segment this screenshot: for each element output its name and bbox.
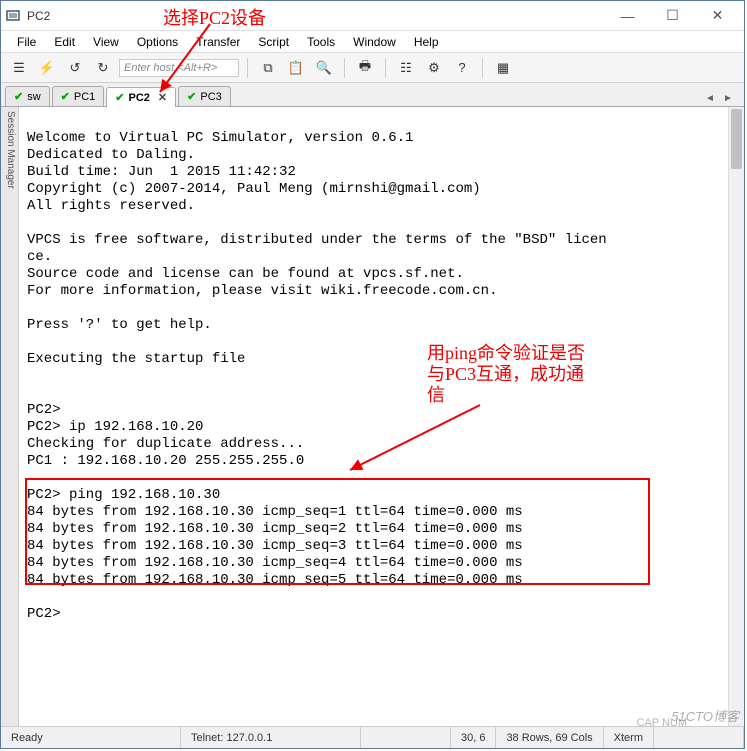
menu-help[interactable]: Help [406, 33, 447, 51]
status-size: 38 Rows, 69 Cols [496, 727, 603, 748]
menu-transfer[interactable]: Transfer [188, 33, 248, 51]
menu-edit[interactable]: Edit [46, 33, 83, 51]
titlebar: PC2 — ☐ ✕ [1, 1, 744, 31]
disconnect-icon[interactable]: ↻ [91, 56, 115, 80]
quick-connect-icon[interactable]: ⚡ [35, 56, 59, 80]
app-icon [5, 8, 21, 24]
paste-icon[interactable]: 📋 [284, 56, 308, 80]
print-icon[interactable]: 🖶 [353, 56, 377, 80]
close-button[interactable]: ✕ [695, 2, 740, 30]
check-icon: ✔ [14, 90, 23, 103]
options-icon[interactable]: ⚙ [422, 56, 446, 80]
menu-window[interactable]: Window [345, 33, 404, 51]
body-area: Session Manager Welcome to Virtual PC Si… [1, 107, 744, 726]
tab-label: PC3 [200, 91, 221, 103]
tab-left-icon[interactable]: ◄ [702, 90, 718, 106]
minimize-button[interactable]: — [605, 2, 650, 30]
tab-pc2[interactable]: ✔ PC2 ✕ [106, 87, 176, 107]
statusbar: Ready Telnet: 127.0.0.1 30, 6 38 Rows, 6… [1, 726, 744, 748]
toolbar-separator [247, 58, 248, 78]
menubar: File Edit View Options Transfer Script T… [1, 31, 744, 53]
properties-icon[interactable]: ☷ [394, 56, 418, 80]
window-title: PC2 [27, 9, 50, 23]
maximize-button[interactable]: ☐ [650, 2, 695, 30]
vertical-scrollbar[interactable] [728, 107, 744, 726]
close-icon[interactable]: ✕ [158, 91, 167, 104]
host-input[interactable]: Enter host <Alt+R> [119, 59, 239, 77]
xterm-icon[interactable]: ▦ [491, 56, 515, 80]
menu-script[interactable]: Script [250, 33, 297, 51]
terminal[interactable]: Welcome to Virtual PC Simulator, version… [19, 107, 728, 726]
status-term: Xterm [604, 727, 654, 748]
status-cursor-pos: 30, 6 [451, 727, 496, 748]
menu-file[interactable]: File [9, 33, 44, 51]
menu-options[interactable]: Options [129, 33, 186, 51]
tab-label: sw [27, 91, 40, 103]
status-connection: Telnet: 127.0.0.1 [181, 727, 361, 748]
tab-pc1[interactable]: ✔ PC1 [52, 86, 105, 106]
toolbar-separator [482, 58, 483, 78]
toolbar-separator [344, 58, 345, 78]
check-icon: ✔ [115, 91, 124, 104]
status-ready: Ready [1, 727, 181, 748]
tab-pc3[interactable]: ✔ PC3 [178, 86, 231, 106]
tab-label: PC2 [129, 92, 150, 104]
reconnect-icon[interactable]: ↺ [63, 56, 87, 80]
check-icon: ✔ [61, 90, 70, 103]
menu-view[interactable]: View [85, 33, 127, 51]
session-manager-panel[interactable]: Session Manager [1, 107, 19, 726]
session-manager-icon[interactable]: ☰ [7, 56, 31, 80]
tab-label: PC1 [74, 91, 95, 103]
menu-tools[interactable]: Tools [299, 33, 343, 51]
find-icon[interactable]: 🔍 [312, 56, 336, 80]
check-icon: ✔ [187, 90, 196, 103]
copy-icon[interactable]: ⧉ [256, 56, 280, 80]
status-spacer [361, 727, 451, 748]
tab-arrows: ◄ ► [702, 90, 740, 106]
toolbar-separator [385, 58, 386, 78]
tabstrip: ✔ sw ✔ PC1 ✔ PC2 ✕ ✔ PC3 ◄ ► [1, 83, 744, 107]
app-window: PC2 — ☐ ✕ File Edit View Options Transfe… [0, 0, 745, 749]
status-caps [654, 727, 744, 748]
tab-right-icon[interactable]: ► [720, 90, 736, 106]
help-icon[interactable]: ? [450, 56, 474, 80]
toolbar: ☰ ⚡ ↺ ↻ Enter host <Alt+R> ⧉ 📋 🔍 🖶 ☷ ⚙ ?… [1, 53, 744, 83]
tab-sw[interactable]: ✔ sw [5, 86, 50, 106]
